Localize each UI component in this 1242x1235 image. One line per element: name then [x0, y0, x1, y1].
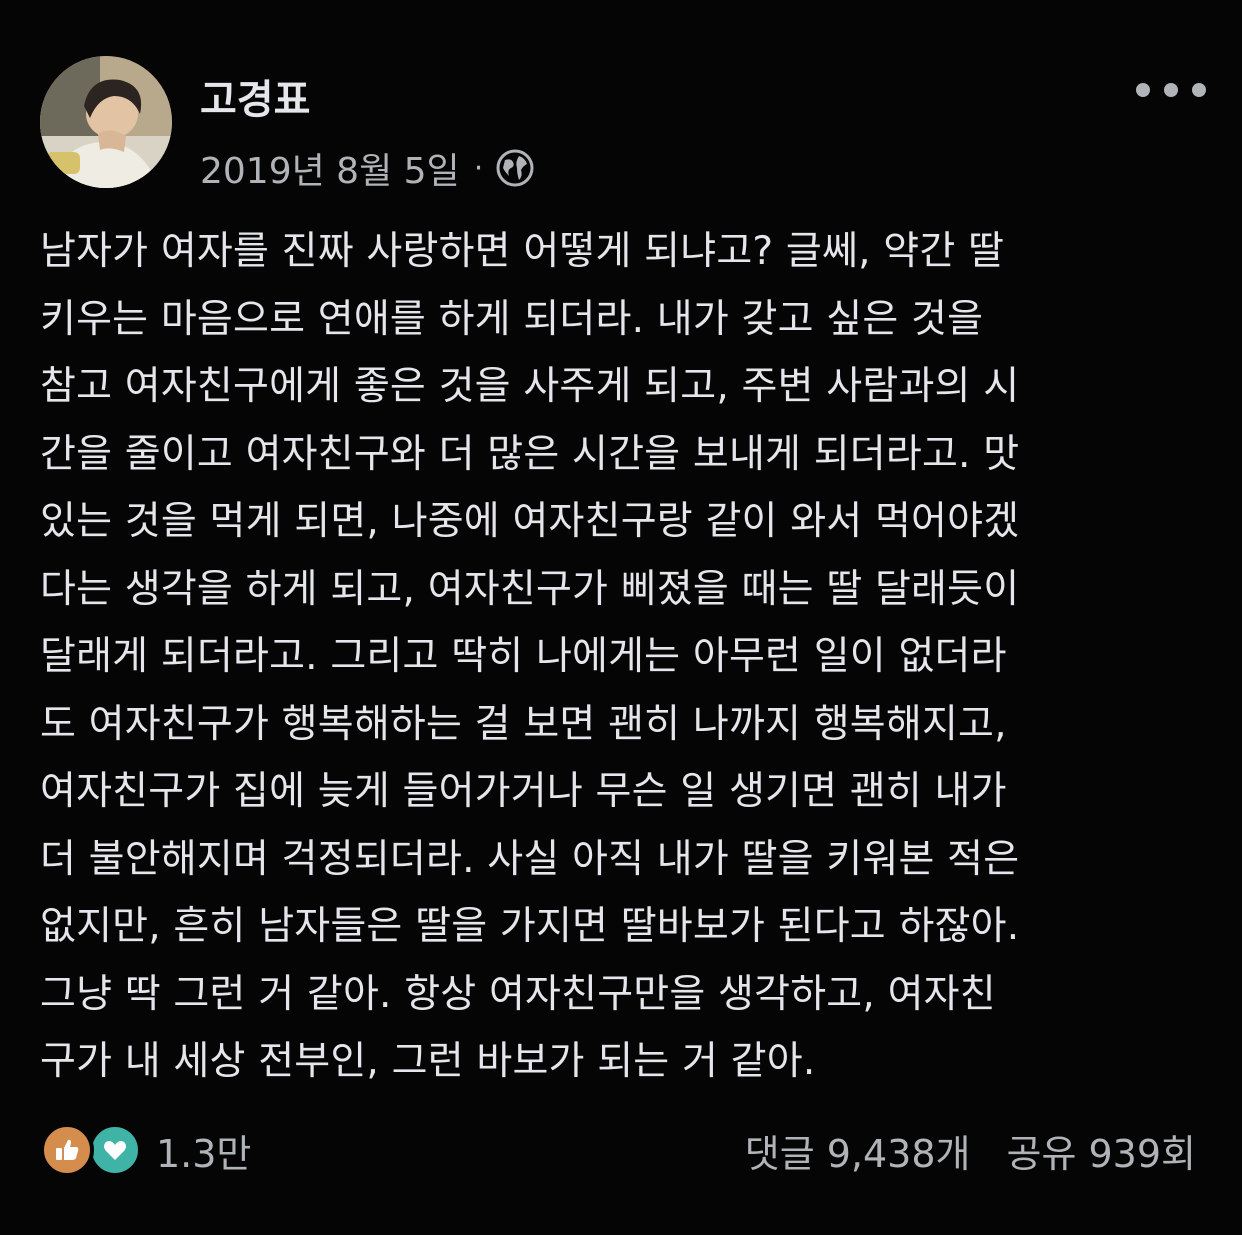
reaction-count: 1.3만	[156, 1131, 252, 1176]
post-text-line: 달래게 되더라고. 그리고 딱히 나에게는 아무런 일이 없더라	[40, 634, 1007, 679]
avatar-illustration	[40, 56, 172, 188]
post-text-line: 다는 생각을 하게 되고, 여자친구가 삐졌을 때는 딸 달래듯이	[40, 566, 1020, 612]
thumbs-up-icon	[56, 1139, 79, 1160]
reactions-summary[interactable]: 1.3만	[40, 1122, 251, 1178]
post-text-line: 간을 줄이고 여자친구와 더 많은 시간을 보내게 되더라고. 맛	[40, 431, 1020, 477]
comments-count[interactable]: 댓글 9,438개	[745, 1123, 971, 1178]
post-text-line: 그냥 딱 그런 거 같아. 항상 여자친구만을 생각하고, 여자친	[40, 971, 996, 1017]
meta-separator: ·	[473, 150, 484, 186]
shares-count[interactable]: 공유 939회	[1007, 1123, 1197, 1178]
post-text-line: 도 여자친구가 행복해하는 걸 보면 괜히 나까지 행복해지고,	[40, 701, 1007, 747]
post-text-line: 있는 것을 먹게 되면, 나중에 여자친구랑 같이 와서 먹어야겠	[40, 499, 1020, 544]
post-stats: 댓글 9,438개 공유 939회	[745, 1122, 1196, 1178]
post-text-line: 구가 내 세상 전부인, 그런 바보가 되는 거 같아.	[40, 1039, 816, 1084]
like-icon	[40, 1123, 94, 1177]
post-text-line: 참고 여자친구에게 좋은 것을 사주게 되고, 주변 사람과의 시	[40, 364, 1020, 409]
more-options-button[interactable]	[1136, 72, 1206, 108]
love-icon	[88, 1123, 142, 1177]
post-text-line: 없지만, 흔히 남자들은 딸을 가지면 딸바보가 된다고 하잖아.	[40, 904, 1020, 949]
post-text-line: 더 불안해지며 걱정되더라. 사실 아직 내가 딸을 키워본 적은	[40, 836, 1020, 882]
author-avatar[interactable]	[40, 56, 172, 188]
more-horizontal-icon	[1164, 83, 1178, 97]
post-meta: 2019년 8월 5일 ·	[200, 142, 535, 194]
post-text-line: 여자친구가 집에 늦게 들어가거나 무슨 일 생기면 괜히 내가	[40, 769, 1007, 814]
post-date[interactable]: 2019년 8월 5일	[200, 142, 460, 194]
more-horizontal-icon	[1192, 83, 1206, 97]
facebook-post: 고경표 2019년 8월 5일 · 남자가 여자를 진짜 사랑하면 어떻게 되냐…	[0, 0, 1242, 1235]
heart-icon	[104, 1141, 126, 1160]
post-text-line: 남자가 여자를 진짜 사랑하면 어떻게 되냐고? 글쎄, 약간 딸	[40, 229, 1005, 274]
more-horizontal-icon	[1136, 83, 1150, 97]
author-name[interactable]: 고경표	[200, 76, 310, 124]
post-text-line: 키우는 마음으로 연애를 하게 되더라. 내가 갖고 싶은 것을	[40, 296, 984, 342]
post-body: 남자가 여자를 진짜 사랑하면 어떻게 되냐고? 글쎄, 약간 딸 키우는 마음…	[40, 218, 1210, 1096]
globe-icon	[496, 149, 534, 187]
